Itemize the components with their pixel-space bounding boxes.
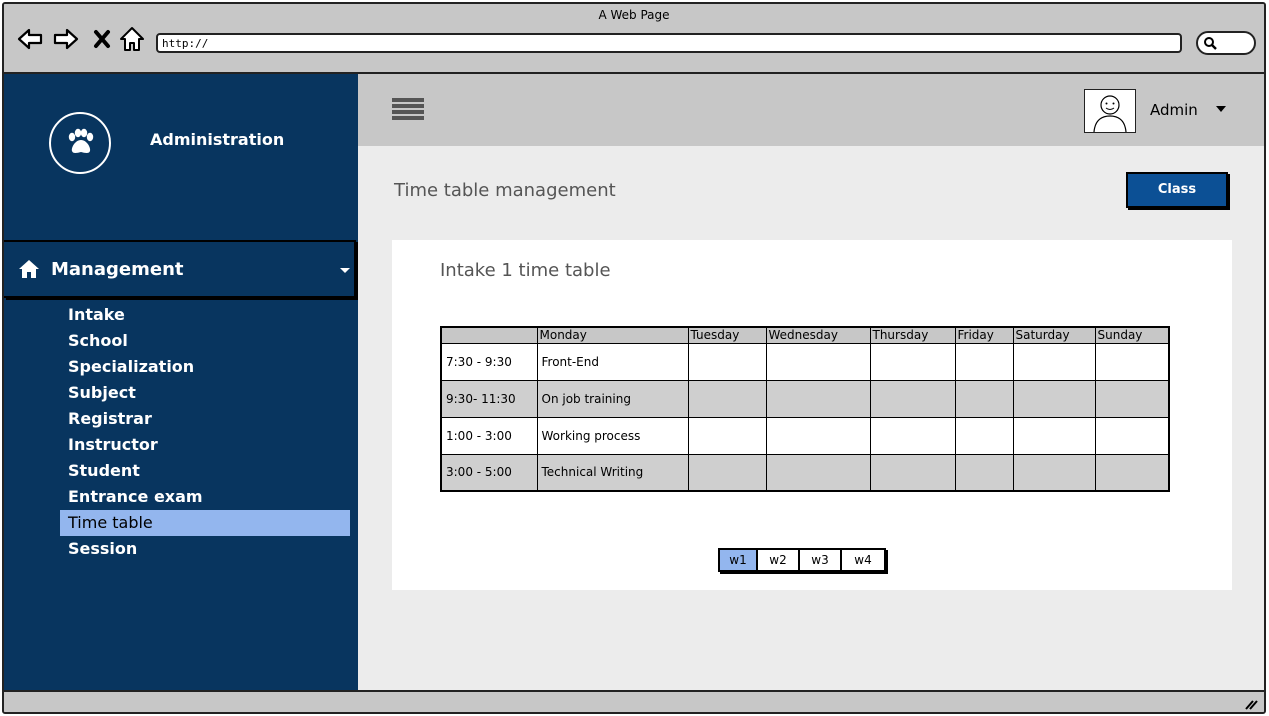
table-row: 9:30- 11:30 On job training <box>440 379 1170 418</box>
sidebar-item-specialization[interactable]: Specialization <box>60 354 350 380</box>
main-content: Admin Time table management Class Intake… <box>358 74 1264 690</box>
top-bar: Admin <box>358 74 1264 146</box>
schedule-cell[interactable]: Front-End <box>536 342 689 381</box>
table-row: 3:00 - 5:00 Technical Writing <box>440 453 1170 492</box>
schedule-cell[interactable] <box>869 379 956 418</box>
sidebar-item-intake[interactable]: Intake <box>60 302 350 328</box>
timetable: Monday Tuesday Wednesday Thursday Friday Satu… <box>440 326 1170 492</box>
schedule-cell[interactable]: On job training <box>536 379 689 418</box>
forward-icon[interactable] <box>52 25 80 53</box>
schedule-cell[interactable] <box>765 342 871 381</box>
url-input[interactable]: http:// <box>156 33 1182 53</box>
week-tab-w4[interactable]: w4 <box>842 550 884 570</box>
card-title: Intake 1 time table <box>440 260 611 281</box>
time-slot-cell: 9:30- 11:30 <box>440 379 538 418</box>
home-icon[interactable] <box>118 25 146 53</box>
search-icon <box>1204 37 1217 50</box>
user-dropdown-icon[interactable] <box>1216 106 1226 112</box>
browser-chrome: A Web Page http:// <box>4 4 1264 74</box>
week-tab-w2[interactable]: w2 <box>758 550 800 570</box>
day-column-header: Thursday <box>869 326 956 344</box>
sidebar: Administration Management Intake School Sp… <box>4 74 358 690</box>
schedule-cell[interactable] <box>687 379 767 418</box>
close-icon[interactable] <box>88 25 116 53</box>
schedule-cell[interactable] <box>869 453 956 492</box>
sidebar-item-time-table[interactable]: Time table <box>60 510 350 536</box>
window-title: A Web Page <box>598 8 670 22</box>
schedule-cell[interactable] <box>1012 416 1096 455</box>
schedule-cell[interactable] <box>1094 379 1170 418</box>
week-tab-w3[interactable]: w3 <box>800 550 842 570</box>
week-pager: w1 w2 w3 w4 <box>718 548 886 572</box>
schedule-cell[interactable] <box>954 453 1014 492</box>
schedule-cell[interactable] <box>1012 453 1096 492</box>
schedule-cell[interactable] <box>765 453 871 492</box>
home-icon <box>19 260 39 278</box>
schedule-cell[interactable] <box>687 416 767 455</box>
day-column-header: Sunday <box>1094 326 1170 344</box>
paw-logo-icon <box>49 112 111 174</box>
schedule-cell[interactable] <box>765 379 871 418</box>
schedule-cell[interactable] <box>1012 342 1096 381</box>
sidebar-item-registrar[interactable]: Registrar <box>60 406 350 432</box>
sidebar-item-session[interactable]: Session <box>60 536 350 562</box>
schedule-cell[interactable] <box>1012 379 1096 418</box>
table-row: 1:00 - 3:00 Working process <box>440 416 1170 455</box>
back-icon[interactable] <box>16 25 44 53</box>
schedule-cell[interactable] <box>687 453 767 492</box>
schedule-cell[interactable]: Working process <box>536 416 689 455</box>
sidebar-item-instructor[interactable]: Instructor <box>60 432 350 458</box>
status-bar <box>4 690 1264 712</box>
sidebar-item-subject[interactable]: Subject <box>60 380 350 406</box>
day-column-header: Monday <box>536 326 689 344</box>
time-slot-cell: 7:30 - 9:30 <box>440 342 538 381</box>
browser-search-button[interactable] <box>1196 31 1256 55</box>
schedule-cell[interactable] <box>1094 416 1170 455</box>
sidebar-item-student[interactable]: Student <box>60 458 350 484</box>
schedule-cell[interactable] <box>869 342 956 381</box>
time-column-header <box>440 326 538 344</box>
sidebar-item-entrance-exam[interactable]: Entrance exam <box>60 484 350 510</box>
sidebar-item-school[interactable]: School <box>60 328 350 354</box>
schedule-cell[interactable] <box>954 379 1014 418</box>
hamburger-menu-icon[interactable] <box>392 98 424 124</box>
class-button[interactable]: Class <box>1126 172 1228 208</box>
day-column-header: Wednesday <box>765 326 871 344</box>
day-column-header: Tuesday <box>687 326 767 344</box>
page-title: Time table management <box>394 180 616 201</box>
schedule-cell[interactable] <box>1094 453 1170 492</box>
timetable-card: Intake 1 time table Monday Tuesday Wednesd… <box>392 240 1232 590</box>
schedule-cell[interactable] <box>954 416 1014 455</box>
table-row: 7:30 - 9:30 Front-End <box>440 342 1170 381</box>
week-tab-w1[interactable]: w1 <box>720 550 758 570</box>
sidebar-menu: Intake School Specialization Subject Registr… <box>60 302 350 562</box>
schedule-cell[interactable]: Technical Writing <box>536 453 689 492</box>
time-slot-cell: 1:00 - 3:00 <box>440 416 538 455</box>
brand-title: Administration <box>150 130 285 149</box>
browser-window: A Web Page http:// Administration Manage… <box>2 2 1266 714</box>
resize-grip-icon[interactable] <box>1244 698 1258 710</box>
schedule-cell[interactable] <box>765 416 871 455</box>
day-column-header: Saturday <box>1012 326 1096 344</box>
schedule-cell[interactable] <box>1094 342 1170 381</box>
user-avatar[interactable] <box>1084 89 1136 133</box>
management-menu-toggle[interactable]: Management <box>4 240 356 298</box>
schedule-cell[interactable] <box>687 342 767 381</box>
schedule-cell[interactable] <box>954 342 1014 381</box>
user-name[interactable]: Admin <box>1150 101 1198 119</box>
caret-down-icon <box>340 268 350 273</box>
day-column-header: Friday <box>954 326 1014 344</box>
time-slot-cell: 3:00 - 5:00 <box>440 453 538 492</box>
management-label: Management <box>51 258 184 280</box>
schedule-cell[interactable] <box>869 416 956 455</box>
